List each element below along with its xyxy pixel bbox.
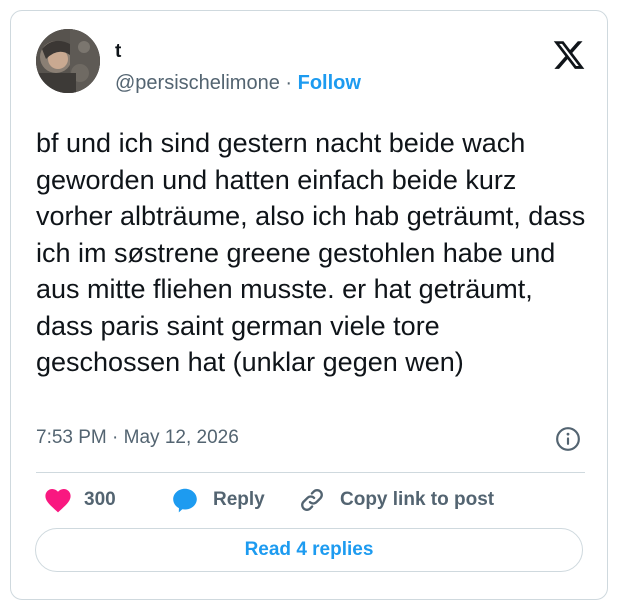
handle-separator: · [279, 72, 298, 94]
copy-link-button[interactable]: Copy link to post [298, 484, 494, 516]
speech-bubble-icon [173, 488, 197, 512]
divider [36, 472, 585, 473]
tweet-timestamp[interactable]: 7:53 PM · May 12, 2026 [36, 426, 239, 450]
read-replies-button[interactable]: Read 4 replies [35, 528, 583, 572]
avatar-image [36, 29, 100, 93]
heart-icon [45, 489, 71, 513]
tweet-time: 7:53 PM [36, 427, 107, 448]
follow-button[interactable]: Follow [298, 72, 361, 94]
timestamp-separator: · [106, 427, 124, 448]
avatar[interactable] [36, 29, 100, 93]
reply-label: Reply [213, 489, 265, 510]
author-handle[interactable]: @persischelimone [115, 72, 280, 94]
tweet-card: t @persischelimone · Follow bf und ich s… [10, 10, 608, 600]
copy-link-label: Copy link to post [340, 489, 495, 510]
link-icon [301, 489, 323, 511]
like-count: 300 [84, 489, 116, 510]
like-button[interactable]: 300 [44, 484, 116, 516]
x-logo-icon[interactable] [552, 38, 586, 72]
tweet-text: bf und ich sind gestern nacht beide wach… [36, 128, 586, 377]
author-name[interactable]: t [115, 41, 121, 63]
tweet-date: May 12, 2026 [123, 427, 239, 448]
author-handle-row: @persischelimone · Follow [115, 71, 361, 95]
info-icon[interactable] [555, 426, 581, 452]
reply-button[interactable]: Reply [171, 484, 265, 516]
